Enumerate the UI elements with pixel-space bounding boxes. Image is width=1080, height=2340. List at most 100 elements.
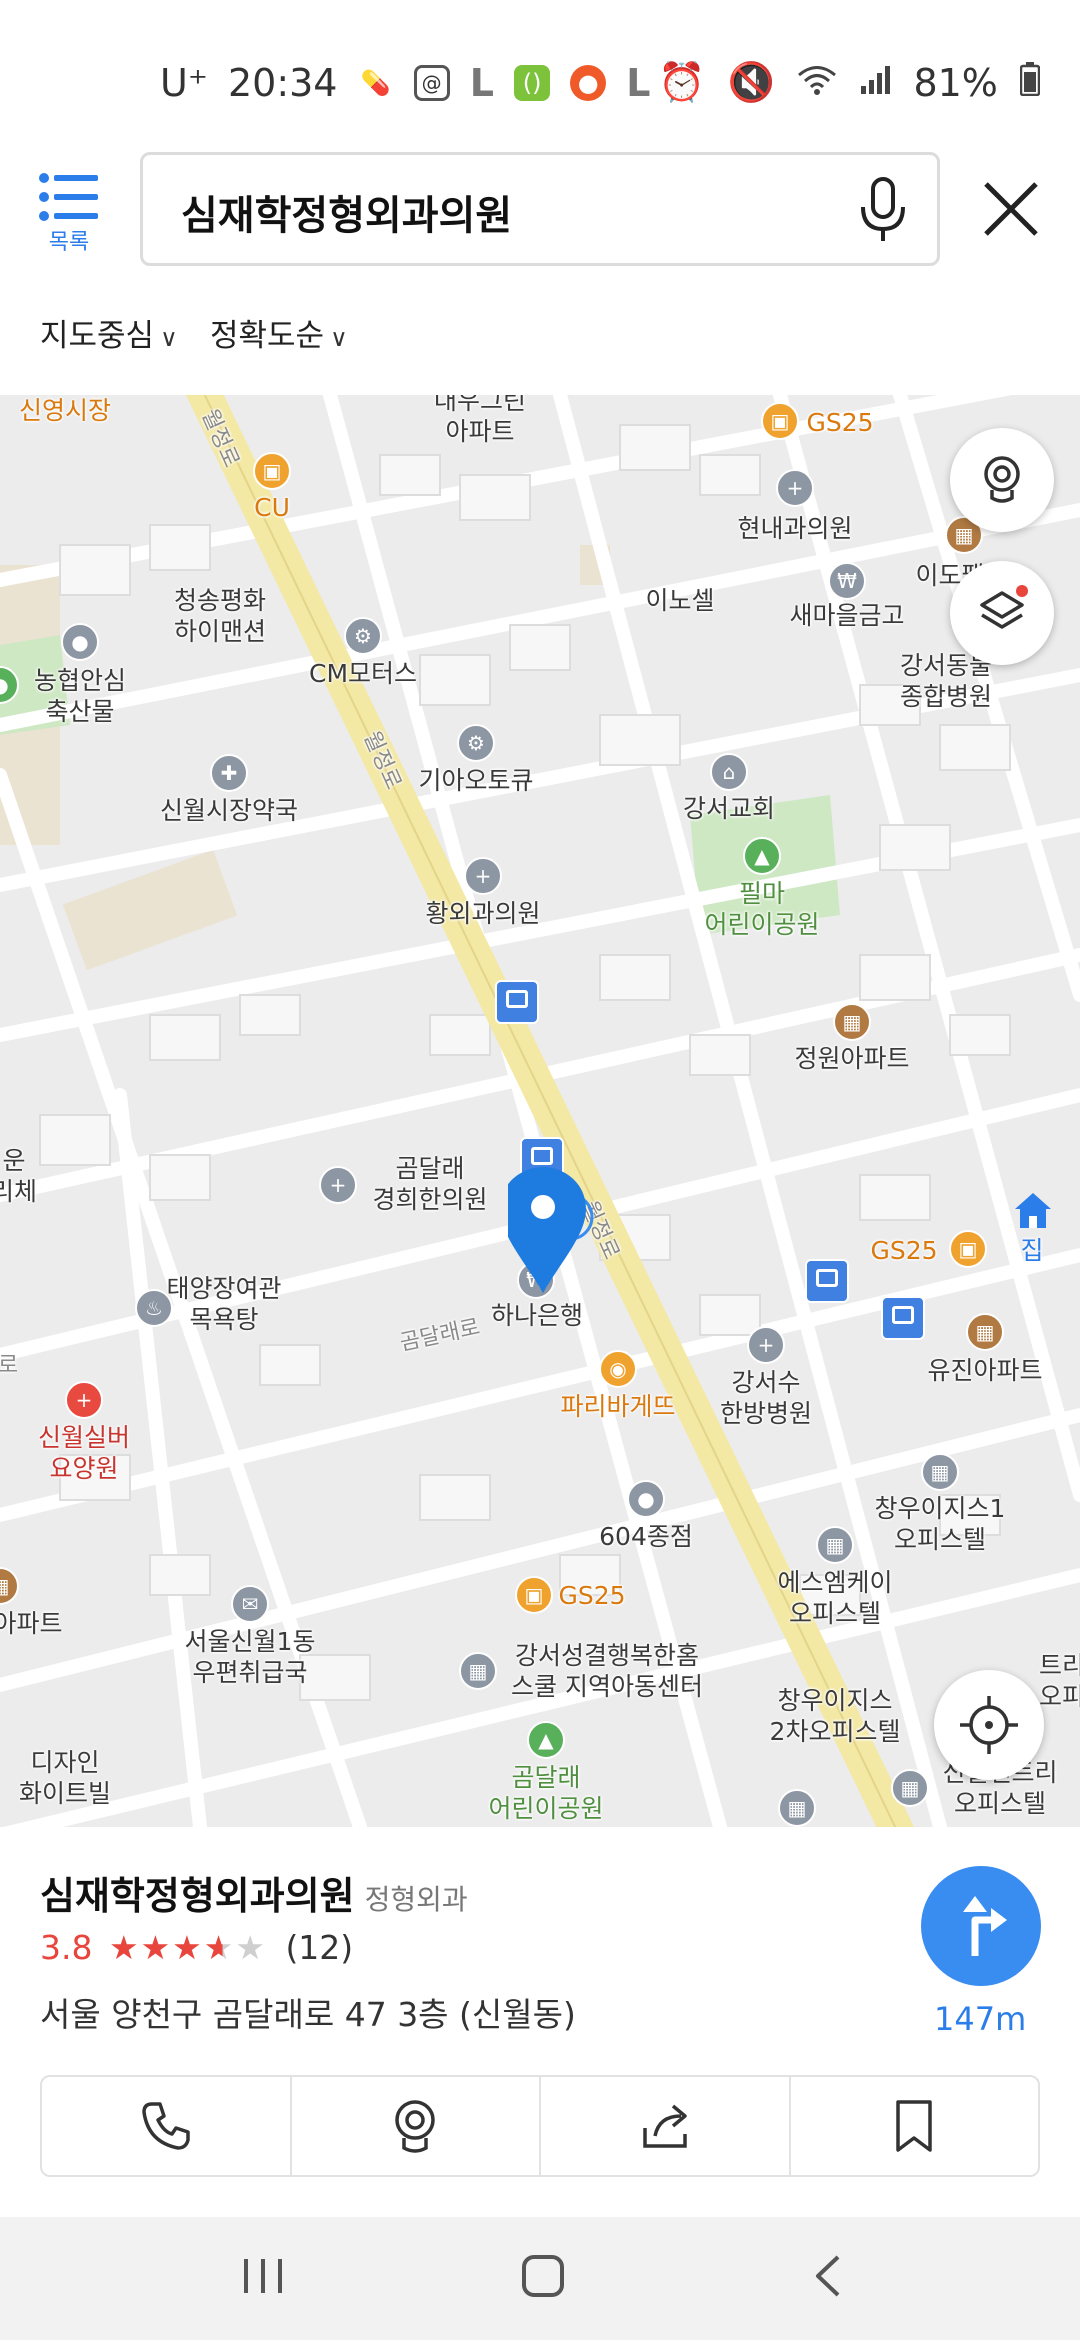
map-label[interactable]: CM모터스 (309, 658, 417, 689)
convenience-store-icon[interactable]: ▣ (253, 452, 291, 490)
map-label[interactable]: 신영시장 (19, 395, 111, 426)
map-label[interactable]: 아파트 (0, 1608, 63, 1639)
bus-stop-icon[interactable] (881, 1296, 925, 1340)
map-label[interactable]: 파리바게뜨 (560, 1391, 675, 1422)
car-service-icon[interactable]: ⚙ (457, 724, 495, 762)
hospital-icon[interactable]: + (464, 857, 502, 895)
location-pin-icon[interactable] (500, 1167, 598, 1311)
place-title[interactable]: 심재학정형외과의원 정형외과 (40, 1865, 468, 1920)
map-label[interactable]: 이노셀 (645, 585, 714, 616)
search-value: 심재학정형외과의원 (181, 193, 513, 239)
map-label[interactable]: 곰달래 어린이공원 (488, 1762, 603, 1824)
care-home-icon[interactable]: + (65, 1381, 103, 1419)
map-label[interactable]: 정원아파트 (794, 1043, 909, 1074)
mic-icon[interactable] (857, 175, 909, 249)
officetel-icon[interactable]: ▦ (891, 1769, 929, 1807)
map-label[interactable]: 기아오토큐 (418, 765, 533, 796)
system-nav-bar (0, 2217, 1080, 2340)
car-service-icon[interactable]: ⚙ (344, 617, 382, 655)
list-button[interactable]: 목록 (30, 172, 108, 264)
map-label[interactable]: 청송평화 하이맨션 (174, 585, 266, 647)
officetel-icon[interactable]: ▦ (921, 1453, 959, 1491)
alarm-icon: ⏰ (658, 60, 706, 104)
map-label[interactable]: 집 (1020, 1235, 1043, 1266)
map-label[interactable]: GS25 (806, 407, 873, 438)
recent-apps-button[interactable] (240, 2253, 286, 2303)
carrier: U⁺ (160, 60, 208, 105)
hospital-icon[interactable]: + (747, 1326, 785, 1364)
street-view-action-button[interactable] (292, 2077, 541, 2175)
wifi-icon (797, 61, 837, 105)
map-label[interactable]: 강서교회 (683, 793, 775, 824)
church-icon[interactable]: ⌂ (710, 753, 748, 791)
map-label[interactable]: 디자인 화이트빌 (19, 1747, 111, 1809)
apartment-icon[interactable]: ▦ (833, 1003, 871, 1041)
place-rating[interactable]: 3.8 ★★★★★ (12) (40, 1928, 353, 1967)
bus-stop-icon[interactable] (495, 980, 539, 1024)
map-label[interactable]: 대우그린 아파트 (434, 395, 526, 447)
map-label[interactable]: CU (254, 492, 290, 523)
bus-terminal-icon[interactable]: ● (627, 1480, 665, 1518)
home-icon[interactable] (1012, 1190, 1054, 1236)
back-button[interactable] (806, 2253, 852, 2303)
hospital-icon[interactable]: + (776, 469, 814, 507)
map-label[interactable]: 신월시장약국 (160, 795, 298, 826)
bank-icon[interactable]: ₩ (828, 562, 866, 600)
post-office-icon[interactable]: ✉ (231, 1585, 269, 1623)
officetel-icon[interactable]: ▦ (816, 1526, 854, 1564)
map-label[interactable]: 현내과의원 (737, 513, 852, 544)
map-label[interactable]: GS25 (558, 1580, 625, 1611)
store-icon[interactable]: ● (61, 623, 99, 661)
convenience-store-icon[interactable]: ▣ (761, 402, 799, 440)
map-label[interactable]: 농협안심 축산물 (34, 665, 126, 727)
place-address: 서울 양천구 곰달래로 47 3층 (신월동) (40, 1995, 576, 2034)
home-button[interactable] (520, 2253, 566, 2303)
map-label[interactable]: 트리 오피 (1039, 1650, 1080, 1712)
map-label[interactable]: 강서수 한방병원 (720, 1367, 812, 1429)
clinic-icon[interactable]: + (319, 1166, 357, 1204)
street-view-button[interactable] (950, 428, 1054, 532)
recent-apps-icon (244, 2259, 282, 2293)
park-icon[interactable]: ▲ (527, 1721, 565, 1759)
map-label[interactable]: 태양장여관 목욕탕 (166, 1273, 281, 1335)
map-label[interactable]: 황외과의원 (425, 898, 540, 929)
map-label[interactable]: 신월실버 요양원 (38, 1422, 130, 1484)
map-label[interactable]: 창우이지스1 오피스텔 (875, 1493, 1006, 1555)
bookmark-button[interactable] (791, 2077, 1039, 2175)
filter-sort-accuracy[interactable]: 정확도순 ∨ (210, 310, 348, 355)
park-icon[interactable]: ▲ (743, 837, 781, 875)
signal-icon (859, 61, 891, 105)
directions-icon (963, 1896, 1007, 1956)
layers-button[interactable] (950, 561, 1054, 665)
bus-stop-icon[interactable] (805, 1259, 849, 1303)
call-button[interactable] (42, 2077, 292, 2175)
pharmacy-icon[interactable]: ✚ (210, 754, 248, 792)
map-label[interactable]: 필마 어린이공원 (704, 878, 819, 940)
map-label[interactable]: 창우이지스 2차오피스텔 (770, 1685, 901, 1747)
map-label[interactable]: 서울신월1동 우편취급국 (185, 1626, 316, 1688)
convenience-store-icon[interactable]: ▣ (515, 1576, 553, 1614)
map-label[interactable]: 곰달래 경희한의원 (372, 1153, 487, 1215)
l-app-icon: L (626, 60, 651, 105)
map-label[interactable]: 에스엠케이 오피스텔 (777, 1567, 892, 1629)
my-location-button[interactable] (934, 1670, 1044, 1780)
map-label[interactable]: 새마을금고 (789, 600, 904, 631)
convenience-store-icon[interactable]: ▣ (949, 1230, 987, 1268)
filter-map-center[interactable]: 지도중심 ∨ (40, 310, 178, 355)
map-label[interactable]: GS25 (870, 1235, 937, 1266)
map-label[interactable]: 604종점 (599, 1521, 693, 1552)
apartment-icon[interactable]: ▦ (966, 1313, 1004, 1351)
crosshair-icon (960, 1696, 1018, 1754)
bakery-icon[interactable]: ◉ (599, 1350, 637, 1388)
community-center-icon[interactable]: ▦ (459, 1652, 497, 1690)
search-input[interactable]: 심재학정형외과의원 (140, 152, 940, 266)
map-label[interactable]: 유진아파트 (927, 1355, 1042, 1386)
officetel-icon[interactable]: ▦ (778, 1789, 816, 1827)
share-button[interactable] (541, 2077, 791, 2175)
close-icon[interactable] (978, 176, 1044, 246)
map-label[interactable]: 강서성결행복한홈 스쿨 지역아동센터 (511, 1640, 703, 1702)
map-view[interactable]: ▣ ▣ + ▦ ₩ ● ● ⚙ ⚙ ✚ ⌂ ▲ + ▦ + ♨ ◉ + ▣ ▦ … (0, 395, 1080, 1827)
directions-button[interactable] (921, 1866, 1041, 1986)
chevron-down-icon: ∨ (160, 324, 178, 352)
map-label[interactable]: 운 리체 (0, 1145, 37, 1207)
